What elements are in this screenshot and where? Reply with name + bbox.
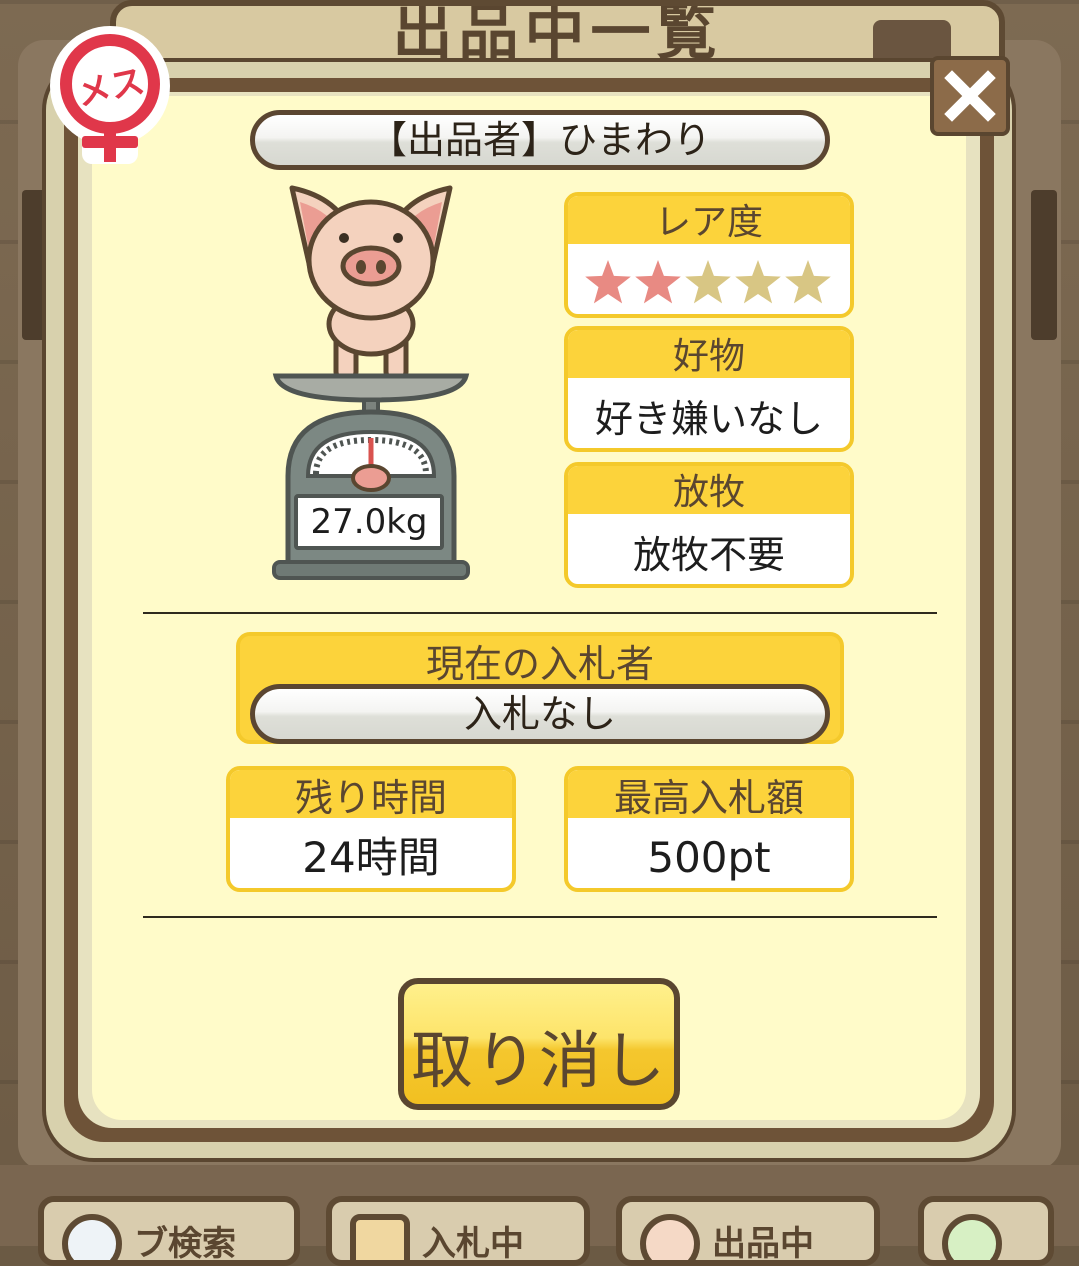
- star-filled-icon: [635, 260, 681, 304]
- divider-top: [143, 612, 937, 614]
- favorite-food-value: 好き嫌いなし: [594, 397, 823, 441]
- current-bidder-label: 現在の入札者: [240, 636, 840, 688]
- tab-search[interactable]: ブ検索: [38, 1196, 300, 1266]
- tab-search-label: ブ検索: [134, 1224, 236, 1264]
- tab-bidding-label: 入札中: [422, 1224, 524, 1264]
- tab-bidding[interactable]: 入札中: [326, 1196, 590, 1266]
- pig-snout: [340, 245, 402, 287]
- close-button[interactable]: [930, 56, 1010, 136]
- rarity-card: レア度: [564, 192, 854, 318]
- time-left-value: 24時間: [302, 833, 440, 882]
- weight-readout: 27.0kg: [294, 494, 444, 550]
- background-rail-right: [1031, 190, 1057, 340]
- rarity-stars: [568, 256, 850, 314]
- favorite-food-label: 好物: [568, 330, 850, 378]
- tab-extra[interactable]: [918, 1196, 1054, 1266]
- magnifier-icon: [62, 1214, 122, 1260]
- highest-bid-value: 500pt: [647, 833, 771, 882]
- tab-listing-label: 出品中: [712, 1224, 814, 1264]
- cancel-listing-button[interactable]: 取り消し: [398, 978, 680, 1110]
- rarity-stars-graphic: [585, 260, 831, 304]
- close-icon: [944, 70, 996, 122]
- female-gender-badge: メス: [46, 24, 174, 172]
- favorite-food-card: 好物 好き嫌いなし: [564, 326, 854, 452]
- scale-pan: [272, 373, 470, 403]
- background-screen-title: 出品中一覧: [392, 0, 723, 68]
- time-left-card: 残り時間 24時間: [226, 766, 516, 892]
- star-empty-icon: [685, 260, 731, 304]
- highest-bid-card: 最高入札額 500pt: [564, 766, 854, 892]
- gavel-icon: [350, 1214, 410, 1260]
- background-rail-left: [22, 190, 48, 340]
- highest-bid-label: 最高入札額: [568, 770, 850, 820]
- rarity-label: レア度: [568, 196, 850, 244]
- divider-bottom: [143, 916, 937, 918]
- grazing-value: 放牧不要: [632, 533, 785, 577]
- grazing-label: 放牧: [568, 466, 850, 514]
- grazing-card: 放牧 放牧不要: [564, 462, 854, 588]
- time-left-label: 残り時間: [230, 770, 512, 820]
- star-filled-icon: [585, 260, 631, 304]
- pig-icon: [640, 1214, 700, 1260]
- star-empty-icon: [785, 260, 831, 304]
- current-bidder-value: 入札なし: [250, 684, 830, 744]
- leaf-icon: [942, 1214, 1002, 1260]
- seller-name-pill: 【出品者】ひまわり: [250, 110, 830, 170]
- cancel-listing-label: 取り消し: [410, 1024, 667, 1097]
- tab-listing[interactable]: 出品中: [616, 1196, 880, 1266]
- star-empty-icon: [735, 260, 781, 304]
